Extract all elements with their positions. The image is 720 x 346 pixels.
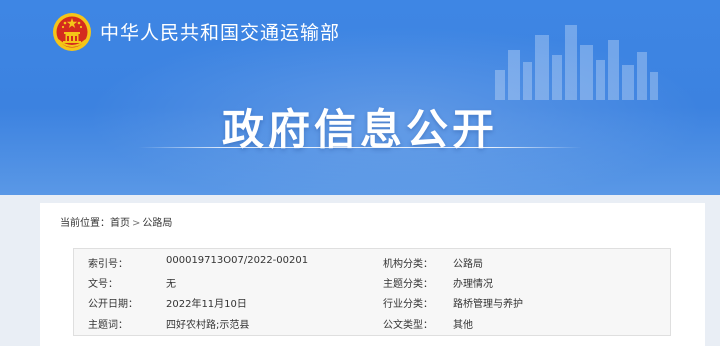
keywords-value: 四好农村路;示范县 <box>166 320 250 331</box>
document-number-label: 文号： <box>88 279 118 290</box>
breadcrumb-separator: > <box>132 218 141 229</box>
national-emblem-icon <box>53 13 91 51</box>
breadcrumb-section-link[interactable]: 公路局 <box>142 218 172 229</box>
topic-category-label: 主题分类： <box>383 279 433 290</box>
city-skyline-decoration <box>495 25 658 100</box>
document-type-label: 公文类型： <box>383 320 433 331</box>
publish-date-value: 2022年11月10日 <box>166 299 247 310</box>
heading-divider <box>138 147 582 148</box>
document-number-value: 无 <box>166 279 176 290</box>
header-banner: 中华人民共和国交通运输部 政府信息公开 <box>0 0 720 195</box>
breadcrumb-label: 当前位置： <box>60 218 110 229</box>
metadata-row: 文号： 无 主题分类： 办理情况 <box>74 272 672 292</box>
metadata-row: 公开日期： 2022年11月10日 行业分类： 路桥管理与养护 <box>74 292 672 312</box>
index-number-value: 000019713O07/2022-00201 <box>166 255 309 266</box>
metadata-row: 索引号： 000019713O07/2022-00201 机构分类： 公路局 <box>74 252 672 272</box>
ministry-name[interactable]: 中华人民共和国交通运输部 <box>100 18 340 45</box>
industry-category-label: 行业分类： <box>383 299 433 310</box>
agency-category-value: 公路局 <box>453 259 483 270</box>
breadcrumb-home-link[interactable]: 首页 <box>110 218 130 229</box>
keywords-label: 主题词： <box>88 320 128 331</box>
index-number-label: 索引号： <box>88 259 128 270</box>
document-type-value: 其他 <box>453 320 473 331</box>
agency-category-label: 机构分类： <box>383 259 433 270</box>
publish-date-label: 公开日期： <box>88 299 138 310</box>
content-panel: 当前位置：首页 > 公路局 索引号： 000019713O07/2022-00201… <box>40 203 705 346</box>
document-metadata-table: 索引号： 000019713O07/2022-00201 机构分类： 公路局 文… <box>73 248 671 336</box>
breadcrumb: 当前位置：首页 > 公路局 <box>60 214 172 229</box>
topic-category-value: 办理情况 <box>453 279 493 290</box>
industry-category-value: 路桥管理与养护 <box>453 299 523 310</box>
metadata-row: 主题词： 四好农村路;示范县 公文类型： 其他 <box>74 313 672 333</box>
